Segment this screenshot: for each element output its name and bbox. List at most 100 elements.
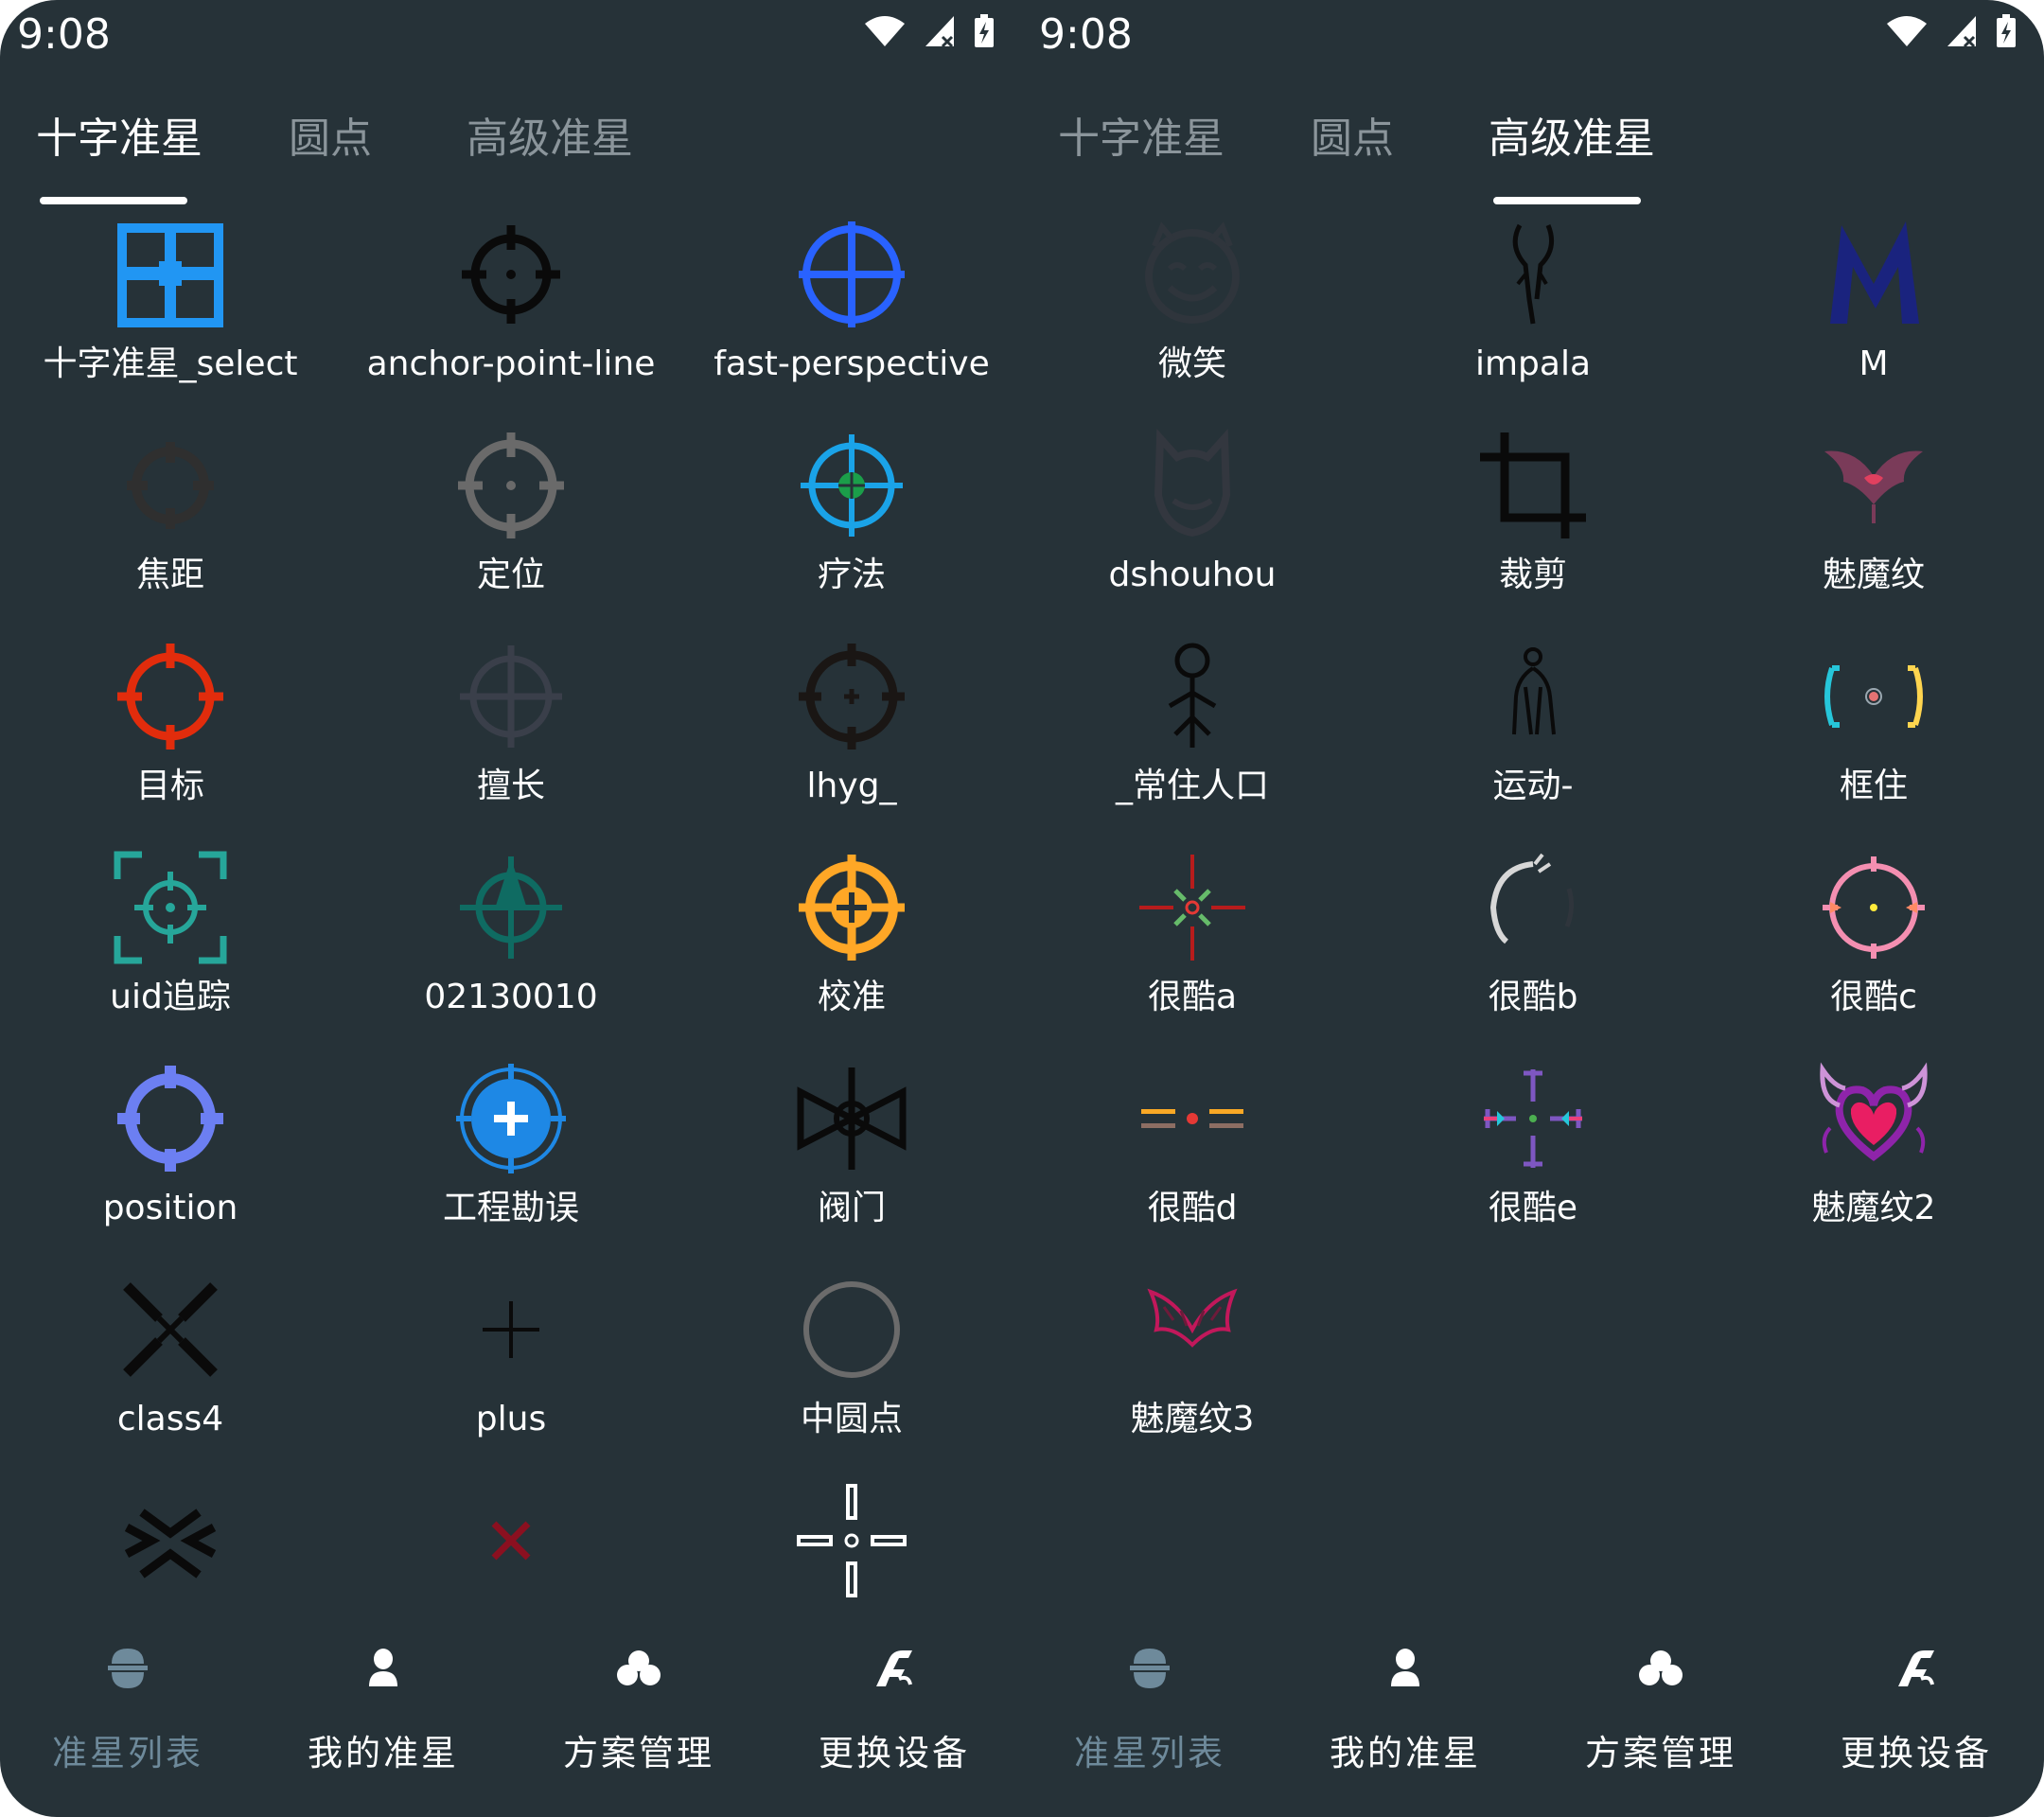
crosshair-item[interactable]: fast-perspective bbox=[681, 218, 1022, 429]
nav-crosshair-list[interactable]: 准星列表 bbox=[0, 1618, 256, 1817]
crosshair-item[interactable]: 裁剪 bbox=[1363, 429, 1703, 640]
crosshair-item[interactable] bbox=[681, 1484, 1022, 1604]
item-label: M bbox=[1859, 344, 1889, 383]
purple-heart-wings-icon bbox=[1820, 1062, 1928, 1162]
crosshair-item[interactable]: uid追踪 bbox=[0, 851, 341, 1062]
crosshair-item[interactable]: 很酷c bbox=[1703, 851, 2044, 1062]
crosshair-item[interactable]: dshouhou bbox=[1022, 429, 1363, 640]
crosshair-item[interactable]: class4 bbox=[0, 1273, 341, 1484]
item-label: 疗法 bbox=[817, 556, 886, 594]
crosshair-item[interactable]: 中圆点 bbox=[681, 1273, 1022, 1484]
tab-crosshair[interactable]: 十字准星 bbox=[36, 106, 203, 172]
crosshair-item[interactable] bbox=[0, 1484, 341, 1604]
crosshair-item[interactable]: plus bbox=[341, 1273, 681, 1484]
item-label: impala bbox=[1474, 344, 1592, 383]
dark-crosshair-icon bbox=[127, 442, 214, 529]
crosshair-item[interactable]: impala bbox=[1363, 218, 1703, 429]
item-label: lhyg_ bbox=[806, 767, 897, 805]
cloud-icon bbox=[617, 1650, 661, 1685]
signal-icon bbox=[1947, 16, 1976, 48]
crosshair-item[interactable]: 魅魔纹2 bbox=[1703, 1062, 2044, 1273]
tab-indicator bbox=[1493, 197, 1641, 204]
item-label: 很酷a bbox=[1147, 978, 1238, 1016]
nav-scheme-manage[interactable]: 方案管理 bbox=[511, 1618, 766, 1817]
nav-change-device[interactable]: 更换设备 bbox=[1788, 1618, 2044, 1817]
item-label: 魅魔纹2 bbox=[1811, 1189, 1936, 1227]
crosshair-item[interactable]: _常住人口 bbox=[1022, 640, 1363, 851]
black-chevrons-icon bbox=[124, 1508, 217, 1579]
crosshair-item[interactable]: lhyg_ bbox=[681, 640, 1022, 851]
crosshair-item[interactable]: 擅长 bbox=[341, 640, 681, 851]
crosshair-item[interactable] bbox=[341, 1484, 681, 1604]
item-label: 定位 bbox=[476, 556, 545, 594]
nav-my-crosshair[interactable]: 我的准星 bbox=[256, 1618, 511, 1817]
crosshair-grid: 十字准星_select anchor-point-line fast-persp… bbox=[0, 218, 1022, 1604]
white-gap-cross-icon bbox=[797, 1484, 907, 1597]
crosshair-item[interactable]: M bbox=[1703, 218, 2044, 429]
nav-label: 更换设备 bbox=[819, 1733, 970, 1773]
status-icons bbox=[863, 13, 996, 49]
crosshair-item[interactable]: 框住 bbox=[1703, 640, 2044, 851]
orange-crosshair-icon bbox=[799, 855, 905, 961]
item-label: 很酷c bbox=[1830, 978, 1917, 1016]
nav-label: 方案管理 bbox=[1585, 1733, 1736, 1773]
crosshair-item[interactable]: 很酷a bbox=[1022, 851, 1363, 1062]
status-time: 9:08 bbox=[1039, 10, 1133, 59]
crosshair-item[interactable]: 02130010 bbox=[341, 851, 681, 1062]
status-bar: 9:08 bbox=[0, 0, 1022, 70]
crosshair-item[interactable]: 疗法 bbox=[681, 429, 1022, 640]
item-label: plus bbox=[475, 1400, 547, 1438]
crosshair-item[interactable]: 很酷d bbox=[1022, 1062, 1363, 1273]
nav-scheme-manage[interactable]: 方案管理 bbox=[1533, 1618, 1788, 1817]
succubus-mark-icon bbox=[1824, 450, 1923, 523]
device-switch-icon bbox=[876, 1650, 912, 1686]
crosshair-item[interactable]: anchor-point-line bbox=[341, 218, 681, 429]
crosshair-item[interactable]: 十字准星_select bbox=[0, 218, 341, 429]
red-wings-icon bbox=[1147, 1288, 1238, 1348]
item-label: 框住 bbox=[1839, 767, 1908, 805]
crosshair-item[interactable]: 焦距 bbox=[0, 429, 341, 640]
crosshair-item[interactable]: 校准 bbox=[681, 851, 1022, 1062]
gray-crosshair-icon bbox=[458, 432, 564, 538]
crosshair-item[interactable]: 工程勘误 bbox=[341, 1062, 681, 1273]
crosshair-list-icon bbox=[1130, 1649, 1170, 1688]
crosshair-item[interactable]: 目标 bbox=[0, 640, 341, 851]
nav-my-crosshair[interactable]: 我的准星 bbox=[1278, 1618, 1533, 1817]
crosshair-item[interactable]: 魅魔纹 bbox=[1703, 429, 2044, 640]
item-label: anchor-point-line bbox=[366, 344, 656, 383]
tab-dot[interactable]: 圆点 bbox=[1311, 106, 1394, 172]
crosshair-item[interactable]: position bbox=[0, 1062, 341, 1273]
red-crosshair-icon bbox=[117, 644, 223, 750]
item-label: 十字准星_select bbox=[43, 344, 298, 383]
status-bar: 9:08 bbox=[1022, 0, 2044, 70]
tab-advanced[interactable]: 高级准星 bbox=[467, 106, 633, 172]
person-icon bbox=[369, 1649, 397, 1686]
black-crosshair-icon bbox=[462, 225, 560, 324]
red-x-icon bbox=[491, 1521, 531, 1561]
bottom-navigation: 准星列表 我的准星 方案管理 更换设备 bbox=[0, 1618, 1022, 1817]
crop-icon bbox=[1480, 432, 1586, 538]
tab-crosshair[interactable]: 十字准星 bbox=[1058, 106, 1225, 172]
tab-dot[interactable]: 圆点 bbox=[289, 106, 372, 172]
walking-figure-icon bbox=[1512, 647, 1556, 735]
crosshair-item[interactable]: 很酷e bbox=[1363, 1062, 1703, 1273]
item-label: 焦距 bbox=[135, 556, 204, 594]
nav-change-device[interactable]: 更换设备 bbox=[766, 1618, 1022, 1817]
item-label: 很酷b bbox=[1488, 978, 1578, 1016]
nav-crosshair-list[interactable]: 准星列表 bbox=[1022, 1618, 1278, 1817]
gray-ring-icon bbox=[803, 1281, 900, 1378]
impala-horns-icon bbox=[1512, 223, 1555, 325]
crosshair-item[interactable]: 阀门 bbox=[681, 1062, 1022, 1273]
crosshair-item[interactable]: 微笑 bbox=[1022, 218, 1363, 429]
tab-advanced[interactable]: 高级准星 bbox=[1489, 106, 1655, 172]
teal-arrow-crosshair-icon bbox=[460, 856, 562, 959]
crosshair-item[interactable]: 运动- bbox=[1363, 640, 1703, 851]
crosshair-item[interactable]: 很酷b bbox=[1363, 851, 1703, 1062]
item-label: position bbox=[102, 1189, 238, 1227]
item-label: 工程勘误 bbox=[442, 1189, 579, 1227]
crosshair-item[interactable]: 定位 bbox=[341, 429, 681, 640]
crosshair-item[interactable]: 魅魔纹3 bbox=[1022, 1273, 1363, 1484]
bottom-navigation: 准星列表 我的准星 方案管理 更换设备 bbox=[1022, 1618, 2044, 1817]
battery-charging-icon bbox=[1997, 14, 2016, 47]
item-label: fast-perspective bbox=[714, 344, 990, 383]
